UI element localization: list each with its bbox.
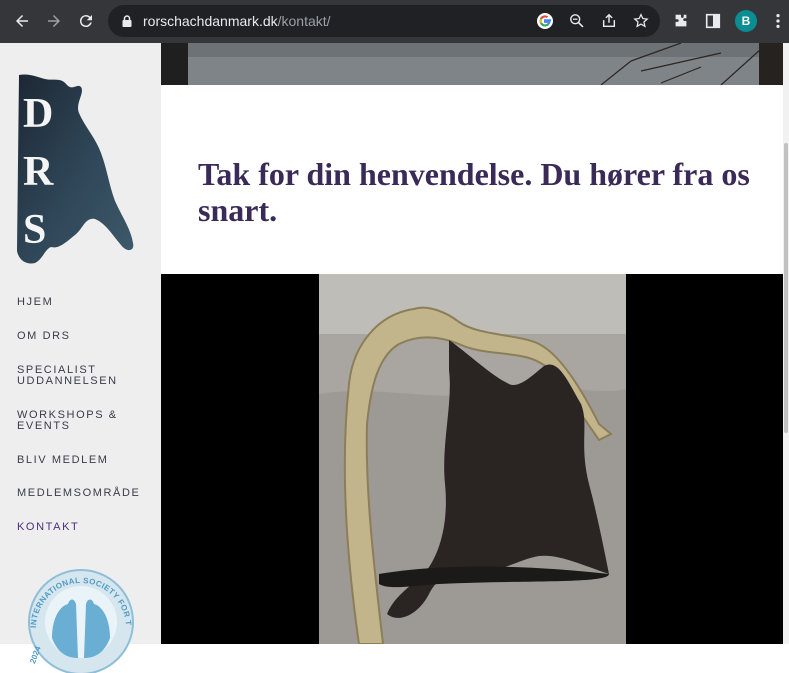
forward-button[interactable] [41,8,67,34]
url-text: rorschachdanmark.dk/kontakt/ [143,13,331,29]
nav-item-specialist-uddannelsen[interactable]: SPECIALIST UDDANNELSEN [17,365,147,387]
reload-icon [79,15,92,28]
nav-item-medlemsomraade[interactable]: MEDLEMSOMRÅDE [17,488,147,499]
profile-avatar[interactable]: B [735,10,757,32]
zoom-icon[interactable] [568,12,586,30]
nav-item-om-drs[interactable]: OM DRS [17,331,147,342]
url-path: /kontakt/ [277,13,331,29]
video-frame-bat [319,274,626,644]
header-photo [161,43,783,85]
arrow-left-icon [16,15,28,27]
side-panel-icon[interactable] [703,11,723,31]
sidebar: D R S HJEM OM DRS SPECIALIST UDDANNELSEN… [0,43,161,673]
logo-letter-r: R [23,149,54,195]
page-scrollbar[interactable] [783,43,789,644]
nav-item-workshops-events[interactable]: WORKSHOPS & EVENTS [17,410,147,432]
logo-letter-s: S [23,207,46,253]
isr-badge[interactable]: INTERNATIONAL SOCIETY FOR THE RORSCHACH … [22,558,137,673]
bookmark-star-icon[interactable] [632,12,650,30]
scrollbar-thumb[interactable] [784,143,788,433]
share-icon[interactable] [600,12,618,30]
nav-item-hjem[interactable]: HJEM [17,297,147,308]
extensions-puzzle-icon[interactable] [671,11,691,31]
google-lens-icon[interactable] [536,12,554,30]
browser-toolbar: rorschachdanmark.dk/kontakt/ B [0,0,789,43]
menu-kebab-icon[interactable] [768,11,788,31]
address-bar[interactable]: rorschachdanmark.dk/kontakt/ [108,5,660,37]
logo-letter-d: D [23,91,53,137]
lock-icon [122,15,132,27]
video-player[interactable] [161,274,783,644]
nav-item-kontakt[interactable]: KONTAKT [17,522,147,533]
arrow-right-icon [48,15,60,27]
drs-logo[interactable]: D R S [15,73,135,273]
url-domain: rorschachdanmark.dk [143,13,278,29]
thank-you-heading: Tak for din henvendelse. Du hører fra os… [198,156,750,228]
reload-button[interactable] [73,8,99,34]
back-button[interactable] [9,8,35,34]
main-content: Tak for din henvendelse. Du hører fra os… [161,43,783,644]
nav-item-bliv-medlem[interactable]: BLIV MEDLEM [17,455,147,466]
